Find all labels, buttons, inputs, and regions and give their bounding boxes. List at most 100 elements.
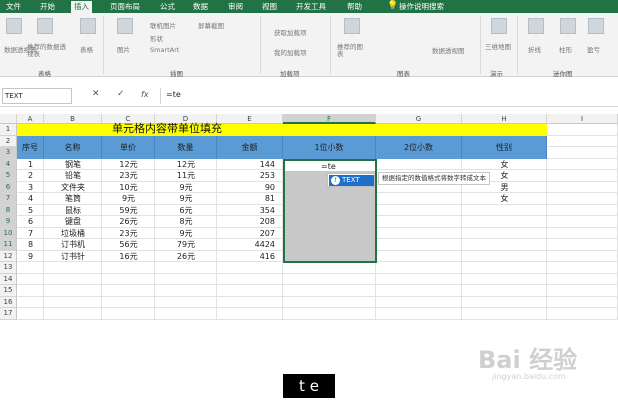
grid-cell[interactable]: [17, 262, 44, 274]
grid-cell[interactable]: [283, 262, 376, 274]
data-cell[interactable]: 6元: [155, 205, 217, 217]
column-header-i[interactable]: I: [547, 114, 618, 124]
data-cell[interactable]: 90: [217, 182, 283, 194]
grid-cell[interactable]: [217, 262, 283, 274]
grid-cell[interactable]: [217, 285, 283, 297]
grid-cell[interactable]: [547, 170, 618, 182]
data-cell[interactable]: 12元: [155, 159, 217, 171]
grid-cell[interactable]: [462, 273, 547, 285]
grid-cell[interactable]: [547, 227, 618, 239]
row-header-11[interactable]: 11: [0, 239, 17, 251]
grid-cell[interactable]: [376, 262, 462, 274]
data-cell[interactable]: 81: [217, 193, 283, 205]
grid-cell[interactable]: [44, 285, 102, 297]
data-cell[interactable]: 铅笔: [44, 170, 102, 182]
tab-developer[interactable]: 开发工具: [296, 0, 326, 13]
get-addins-button[interactable]: 获取加载项: [274, 27, 307, 37]
row-header-2[interactable]: 2: [0, 135, 17, 147]
column-header-e[interactable]: E: [217, 114, 283, 124]
grid-cell[interactable]: [217, 273, 283, 285]
row-header-12[interactable]: 12: [0, 250, 17, 262]
grid-cell[interactable]: [376, 273, 462, 285]
data-cell[interactable]: 354: [217, 205, 283, 217]
data-cell[interactable]: 女: [462, 159, 547, 171]
sparkline-line-button[interactable]: 折线: [528, 44, 541, 54]
data-cell[interactable]: [462, 239, 547, 251]
column-heading[interactable]: 数量: [155, 135, 217, 159]
column-heading[interactable]: 1位小数: [283, 135, 376, 159]
grid-cell[interactable]: [376, 250, 462, 262]
data-cell[interactable]: 144: [217, 159, 283, 171]
data-cell[interactable]: 文件夹: [44, 182, 102, 194]
grid-cell[interactable]: [547, 124, 618, 136]
grid-cell[interactable]: [547, 296, 618, 308]
row-header-10[interactable]: 10: [0, 227, 17, 239]
autocomplete-list[interactable]: ƒ TEXT: [327, 173, 375, 187]
grid-cell[interactable]: [462, 308, 547, 320]
grid-cell[interactable]: [44, 262, 102, 274]
grid-cell[interactable]: [376, 308, 462, 320]
data-cell[interactable]: 26元: [102, 216, 155, 228]
data-cell[interactable]: 2: [17, 170, 44, 182]
data-cell[interactable]: 键盘: [44, 216, 102, 228]
picture-button[interactable]: 图片: [117, 44, 130, 54]
data-cell[interactable]: 10元: [102, 182, 155, 194]
grid-cell[interactable]: [155, 262, 217, 274]
data-cell[interactable]: 11元: [155, 170, 217, 182]
tab-data[interactable]: 数据: [193, 0, 208, 13]
data-cell[interactable]: 3: [17, 182, 44, 194]
worksheet-grid[interactable]: A B C D E F G H I 1 2 3 4 5 6 7 8 9 10 11 12 13 14 15 16 17 单元格内容带…: [0, 114, 618, 324]
grid-cell[interactable]: [17, 308, 44, 320]
row-header-13[interactable]: 13: [0, 262, 17, 274]
grid-cell[interactable]: [155, 296, 217, 308]
data-cell[interactable]: 鼠标: [44, 205, 102, 217]
recommended-pivot-button[interactable]: 推荐的数据透视表: [27, 44, 71, 58]
data-cell[interactable]: [462, 216, 547, 228]
data-cell[interactable]: 9元: [102, 193, 155, 205]
grid-cell[interactable]: [17, 285, 44, 297]
grid-cell[interactable]: [547, 285, 618, 297]
grid-cell[interactable]: [547, 239, 618, 251]
grid-cell[interactable]: [547, 158, 618, 170]
data-cell[interactable]: 订书针: [44, 251, 102, 263]
row-header-5[interactable]: 5: [0, 170, 17, 182]
grid-cell[interactable]: [283, 285, 376, 297]
data-cell[interactable]: [462, 205, 547, 217]
data-cell[interactable]: 59元: [102, 205, 155, 217]
row-header-9[interactable]: 9: [0, 216, 17, 228]
data-cell[interactable]: 12元: [102, 159, 155, 171]
cancel-icon[interactable]: ✕: [92, 89, 100, 99]
tab-review[interactable]: 审阅: [228, 0, 243, 13]
data-cell[interactable]: 4: [17, 193, 44, 205]
grid-cell[interactable]: [376, 239, 462, 251]
row-header-4[interactable]: 4: [0, 158, 17, 170]
tab-page-layout[interactable]: 页面布局: [110, 0, 140, 13]
column-heading[interactable]: 金额: [217, 135, 283, 159]
tab-file[interactable]: 文件: [6, 0, 21, 13]
data-cell[interactable]: 订书机: [44, 239, 102, 251]
column-heading[interactable]: 名称: [44, 135, 102, 159]
grid-cell[interactable]: [547, 250, 618, 262]
tab-insert[interactable]: 插入: [71, 1, 92, 13]
data-cell[interactable]: 1: [17, 159, 44, 171]
data-cell[interactable]: 6: [17, 216, 44, 228]
data-cell[interactable]: 7: [17, 228, 44, 240]
grid-cell[interactable]: [547, 204, 618, 216]
sheet-title[interactable]: 单元格内容带单位填充: [112, 122, 222, 136]
row-header-3[interactable]: 3: [0, 147, 17, 159]
table-button[interactable]: 表格: [80, 44, 93, 54]
screenshot-button[interactable]: 屏幕截图: [198, 20, 224, 30]
grid-cell[interactable]: [547, 273, 618, 285]
data-cell[interactable]: 笔筒: [44, 193, 102, 205]
column-header-h[interactable]: H: [462, 114, 547, 124]
tab-help[interactable]: 帮助: [347, 0, 362, 13]
grid-cell[interactable]: [155, 285, 217, 297]
data-cell[interactable]: 钢笔: [44, 159, 102, 171]
grid-cell[interactable]: [376, 158, 462, 170]
row-header-16[interactable]: 16: [0, 296, 17, 308]
grid-cell[interactable]: [376, 296, 462, 308]
grid-cell[interactable]: [376, 193, 462, 205]
grid-cell[interactable]: [547, 147, 618, 159]
data-cell[interactable]: 79元: [155, 239, 217, 251]
data-cell[interactable]: 女: [462, 193, 547, 205]
